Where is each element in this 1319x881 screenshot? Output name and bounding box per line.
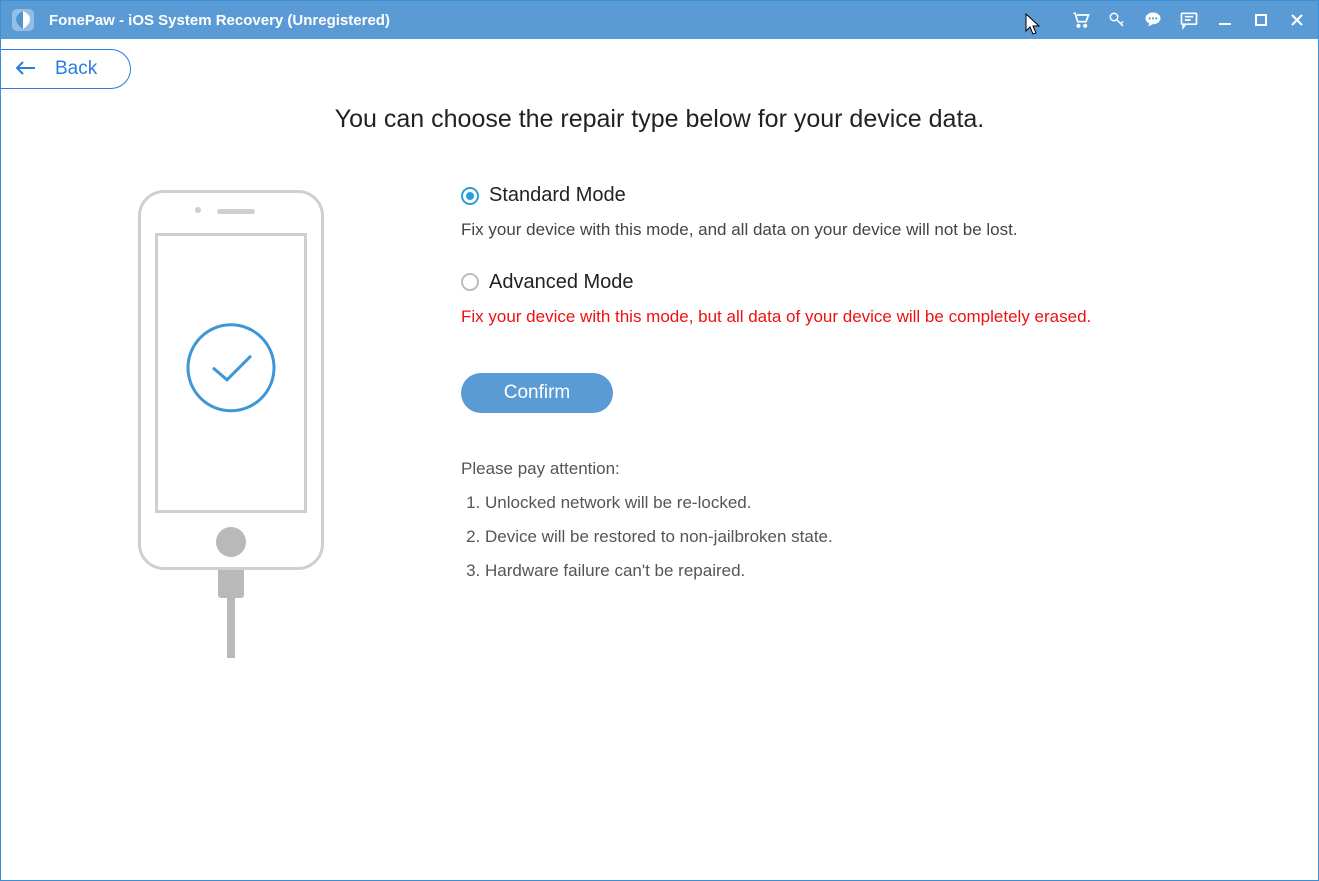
minimize-icon[interactable]	[1214, 9, 1236, 31]
titlebar: FonePaw - iOS System Recovery (Unregiste…	[1, 1, 1318, 39]
advanced-mode-option: Advanced Mode Fix your device with this …	[461, 271, 1218, 330]
cart-icon[interactable]	[1070, 9, 1092, 31]
chat-icon[interactable]	[1142, 9, 1164, 31]
key-icon[interactable]	[1106, 9, 1128, 31]
app-window: FonePaw - iOS System Recovery (Unregiste…	[0, 0, 1319, 881]
attention-heading: Please pay attention:	[461, 459, 1218, 479]
main-content: You can choose the repair type below for…	[1, 101, 1318, 880]
confirm-button[interactable]: Confirm	[461, 373, 613, 413]
checkmark-icon	[185, 322, 277, 419]
standard-mode-title: Standard Mode	[489, 184, 626, 207]
advanced-mode-radio[interactable]	[461, 273, 479, 291]
page-heading: You can choose the repair type below for…	[1, 105, 1318, 134]
advanced-mode-desc: Fix your device with this mode, but all …	[461, 304, 1218, 330]
titlebar-actions	[1070, 9, 1308, 31]
feedback-icon[interactable]	[1178, 9, 1200, 31]
attention-item: Unlocked network will be re-locked.	[485, 493, 1218, 513]
close-icon[interactable]	[1286, 9, 1308, 31]
back-button[interactable]: Back	[1, 49, 131, 89]
app-logo-icon	[11, 8, 35, 32]
standard-mode-desc: Fix your device with this mode, and all …	[461, 217, 1218, 243]
attention-section: Please pay attention: Unlocked network w…	[461, 459, 1218, 581]
phone-icon	[138, 190, 324, 570]
advanced-mode-title: Advanced Mode	[489, 271, 634, 294]
window-title: FonePaw - iOS System Recovery (Unregiste…	[49, 12, 390, 29]
device-illustration	[1, 184, 461, 658]
attention-item: Device will be restored to non-jailbroke…	[485, 527, 1218, 547]
standard-mode-radio[interactable]	[461, 187, 479, 205]
standard-mode-option: Standard Mode Fix your device with this …	[461, 184, 1218, 243]
attention-list: Unlocked network will be re-locked. Devi…	[461, 493, 1218, 581]
back-arrow-icon	[15, 59, 37, 79]
cable-wire-icon	[227, 598, 235, 658]
back-label: Back	[55, 58, 97, 80]
attention-item: Hardware failure can't be repaired.	[485, 561, 1218, 581]
maximize-icon[interactable]	[1250, 9, 1272, 31]
cable-plug-icon	[218, 568, 244, 598]
